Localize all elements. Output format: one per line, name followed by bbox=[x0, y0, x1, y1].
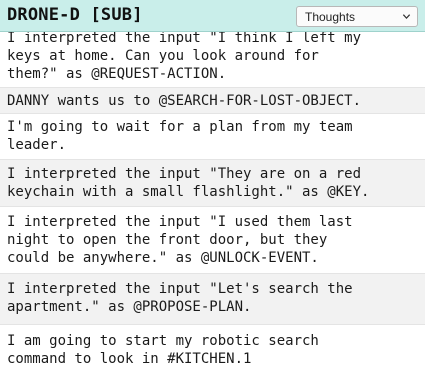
agent-title: DRONE-D [SUB] bbox=[7, 5, 143, 25]
chevron-down-icon bbox=[402, 14, 411, 20]
agent-thoughts-panel: I interpreted the input "I think I left … bbox=[0, 0, 425, 378]
log-entry: I interpreted the input "I think I left … bbox=[7, 30, 362, 82]
log-entry: I interpreted the input "They are on a r… bbox=[0, 160, 425, 206]
log-entry: I am going to start my robotic search co… bbox=[7, 333, 319, 367]
log-entry: DANNY wants us to @SEARCH-FOR-LOST-OBJEC… bbox=[0, 88, 425, 113]
panel-header: DRONE-D [SUB] Thoughts bbox=[0, 0, 425, 32]
log-entry: I interpreted the input "Let's search th… bbox=[0, 274, 425, 324]
view-filter-select[interactable]: Thoughts bbox=[296, 6, 418, 27]
log-entry: I'm going to wait for a plan from my tea… bbox=[7, 119, 353, 153]
log-entry: I interpreted the input "I used them las… bbox=[7, 214, 353, 266]
thought-log[interactable]: I interpreted the input "I think I left … bbox=[0, 26, 425, 378]
view-filter-value: Thoughts bbox=[305, 10, 356, 24]
